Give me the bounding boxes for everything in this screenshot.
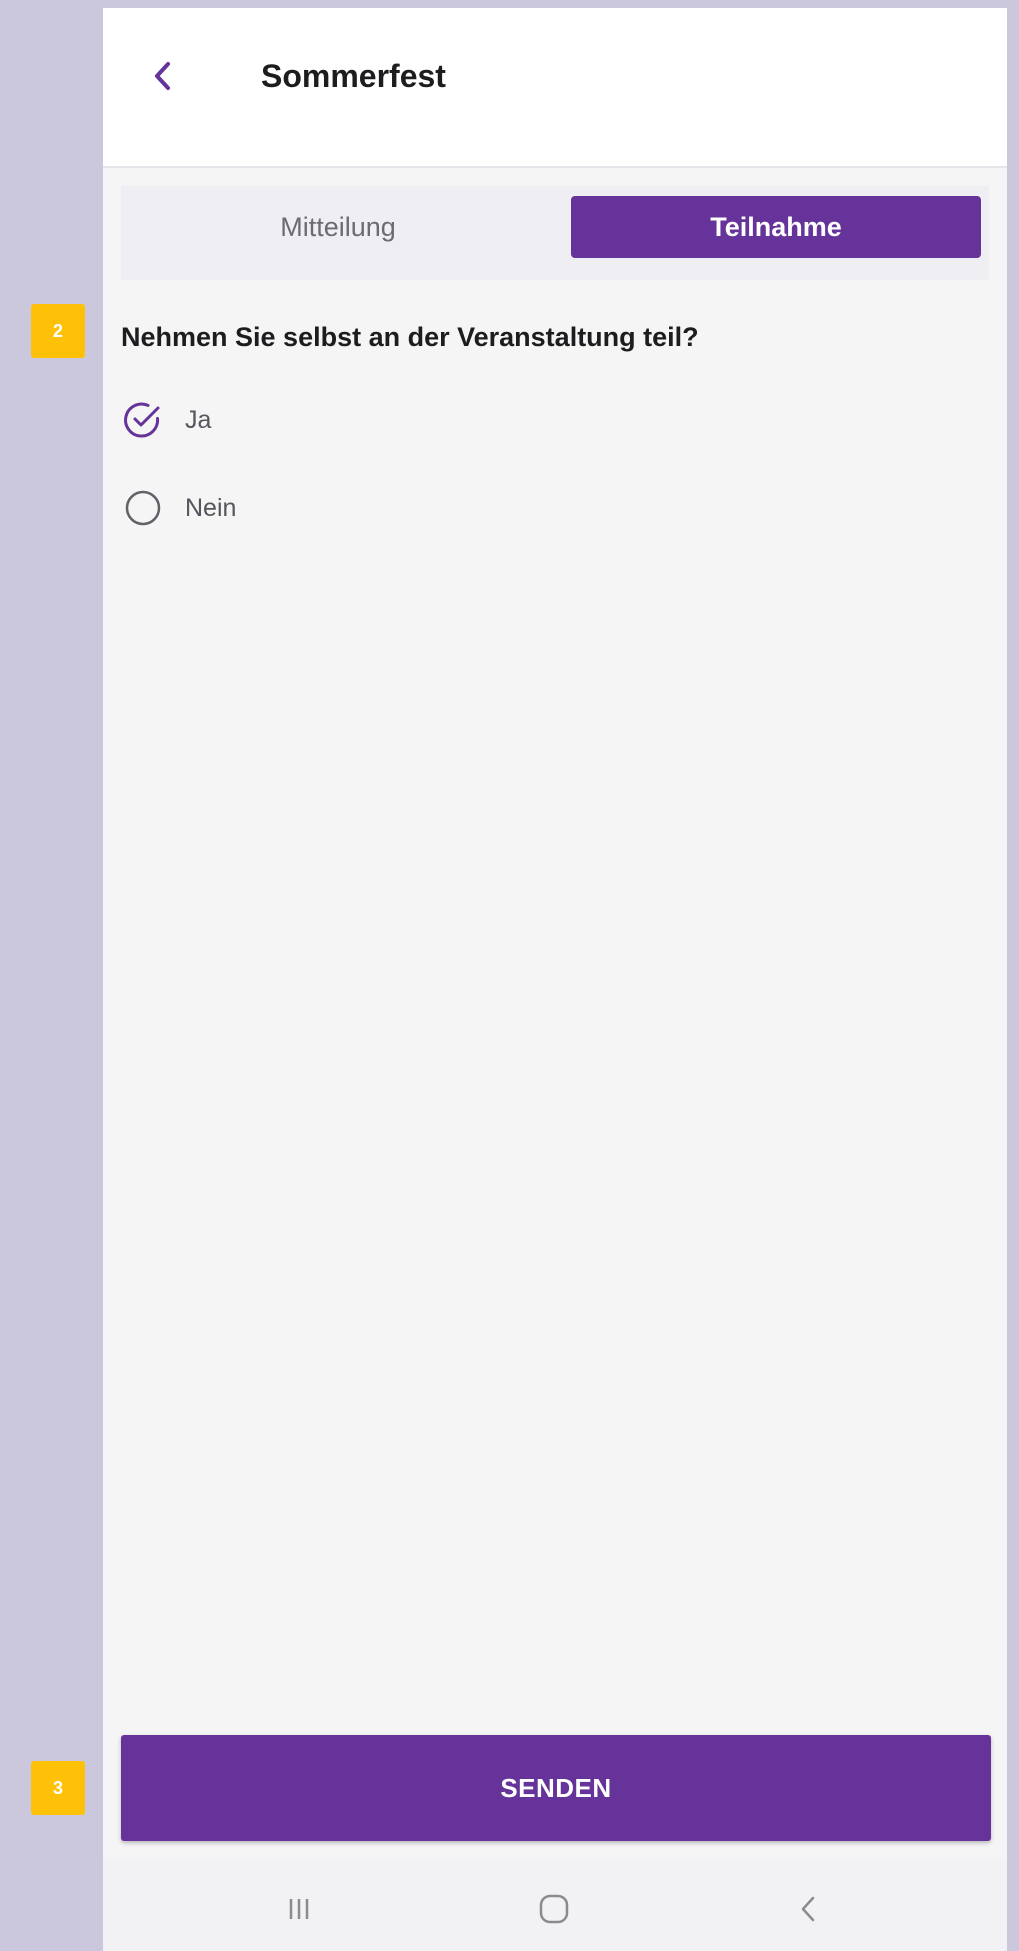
chevron-left-icon bbox=[155, 62, 170, 90]
tab-mitteilung[interactable]: Mitteilung bbox=[121, 196, 555, 258]
option-label: Nein bbox=[185, 493, 237, 522]
home-icon bbox=[539, 1894, 569, 1924]
radio-empty-icon bbox=[121, 486, 165, 530]
app-bar: Sommerfest bbox=[103, 8, 1007, 168]
phone-screen: Sommerfest Mitteilung Teilnahme Nehmen S… bbox=[103, 8, 1007, 1951]
system-nav-bar bbox=[103, 1859, 1007, 1951]
check-circle-icon bbox=[121, 398, 165, 442]
recents-icon bbox=[289, 1899, 309, 1919]
back-icon bbox=[801, 1896, 815, 1922]
option-ja[interactable]: Ja bbox=[121, 396, 211, 444]
page-title: Sommerfest bbox=[261, 58, 446, 94]
question-text: Nehmen Sie selbst an der Veranstaltung t… bbox=[121, 322, 699, 352]
annotation-badge: 3 bbox=[31, 1761, 85, 1815]
segmented-tabs: Mitteilung Teilnahme bbox=[121, 186, 989, 280]
home-button[interactable] bbox=[524, 1879, 584, 1939]
back-button[interactable] bbox=[139, 52, 187, 100]
option-label: Ja bbox=[185, 405, 212, 434]
tab-teilnahme[interactable]: Teilnahme bbox=[571, 196, 981, 258]
option-nein[interactable]: Nein bbox=[121, 484, 236, 532]
annotation-badge: 2 bbox=[31, 304, 85, 358]
send-button[interactable]: SENDEN bbox=[121, 1735, 991, 1841]
recents-button[interactable] bbox=[269, 1879, 329, 1939]
nav-back-button[interactable] bbox=[779, 1879, 839, 1939]
